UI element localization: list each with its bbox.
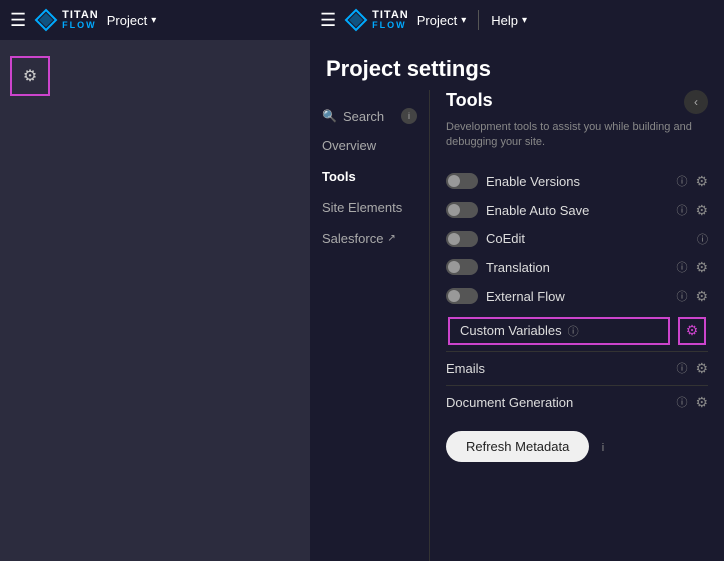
- gear-icon-translation[interactable]: ⚙: [695, 259, 708, 276]
- tool-label-external-flow: External Flow: [486, 289, 668, 304]
- tools-header: Tools ‹: [446, 90, 708, 114]
- left-brand-flow: FLOW: [62, 21, 99, 30]
- settings-sidebar: 🔍 Search i Overview Tools Site Elements …: [310, 90, 430, 561]
- tool-row-coedit: CoEdit ⓘ: [446, 225, 708, 253]
- info-icon-custom-variables[interactable]: ⓘ: [568, 323, 579, 339]
- tool-row-external-flow: External Flow ⓘ ⚙: [446, 282, 708, 311]
- info-icon-coedit[interactable]: ⓘ: [697, 231, 708, 247]
- sidebar-salesforce-label: Salesforce: [322, 231, 383, 246]
- right-panel-inner: 🔍 Search i Overview Tools Site Elements …: [310, 90, 724, 561]
- right-brand-text: TITAN FLOW: [372, 10, 409, 30]
- refresh-metadata-row: Refresh Metadata i: [446, 419, 708, 474]
- toggle-enable-versions[interactable]: [446, 173, 478, 189]
- sidebar-search-item[interactable]: 🔍 Search i: [310, 102, 429, 130]
- refresh-info-icon[interactable]: i: [602, 442, 604, 454]
- right-brand-flow: FLOW: [372, 21, 409, 30]
- tools-section: Tools ‹ Development tools to assist you …: [430, 90, 724, 561]
- toggle-coedit[interactable]: [446, 231, 478, 247]
- right-panel: Project settings 🔍 Search i Overview Too…: [310, 40, 724, 561]
- left-hamburger-icon[interactable]: ☰: [10, 10, 26, 31]
- tool-row-custom-variables: Custom Variables ⓘ ⚙: [446, 311, 708, 351]
- toggle-external-flow[interactable]: [446, 288, 478, 304]
- left-brand-diamond-icon: [34, 8, 58, 32]
- sidebar-search-info-badge: i: [401, 108, 417, 124]
- tool-label-coedit: CoEdit: [486, 231, 689, 246]
- sidebar-item-tools[interactable]: Tools: [310, 161, 429, 192]
- page-title: Project settings: [310, 40, 724, 90]
- info-icon-enable-auto-save[interactable]: ⓘ: [676, 202, 687, 218]
- right-nav-section: ☰ TITAN FLOW Project ▾ Help ▾: [310, 8, 724, 32]
- tool-label-document-generation: Document Generation: [446, 395, 668, 410]
- tool-row-enable-versions: Enable Versions ⓘ ⚙: [446, 167, 708, 196]
- toggle-enable-auto-save[interactable]: [446, 202, 478, 218]
- info-icon-enable-versions[interactable]: ⓘ: [676, 173, 687, 189]
- custom-variables-label: Custom Variables: [460, 323, 562, 338]
- tool-row-enable-auto-save: Enable Auto Save ⓘ ⚙: [446, 196, 708, 225]
- tool-label-enable-auto-save: Enable Auto Save: [486, 203, 668, 218]
- tool-row-document-generation: Document Generation ⓘ ⚙: [446, 385, 708, 419]
- collapse-button[interactable]: ‹: [684, 90, 708, 114]
- help-button[interactable]: Help ▾: [491, 13, 527, 28]
- right-brand-diamond-icon: [344, 8, 368, 32]
- left-brand-text: TITAN FLOW: [62, 10, 99, 30]
- gear-icon-enable-versions[interactable]: ⚙: [695, 173, 708, 190]
- custom-variables-label-box: Custom Variables ⓘ: [448, 317, 670, 345]
- info-icon-external-flow[interactable]: ⓘ: [676, 288, 687, 304]
- nav-divider: [478, 10, 479, 30]
- right-project-chevron-icon: ▾: [461, 15, 466, 26]
- left-project-button[interactable]: Project ▾: [107, 13, 157, 28]
- sidebar-search-label: Search: [343, 109, 384, 124]
- help-chevron-icon: ▾: [522, 15, 527, 26]
- left-panel: ⚙: [0, 40, 310, 561]
- left-project-chevron-icon: ▾: [151, 15, 156, 26]
- right-brand-logo: TITAN FLOW: [344, 8, 409, 32]
- gear-icon-external-flow[interactable]: ⚙: [695, 288, 708, 305]
- gear-icon-custom-variables: ⚙: [686, 322, 699, 339]
- gear-widget-icon: ⚙: [23, 66, 37, 86]
- gear-widget[interactable]: ⚙: [10, 56, 50, 96]
- sidebar-item-salesforce[interactable]: Salesforce ↗: [310, 223, 429, 254]
- tool-label-enable-versions: Enable Versions: [486, 174, 668, 189]
- tool-label-emails: Emails: [446, 361, 668, 376]
- tool-row-translation: Translation ⓘ ⚙: [446, 253, 708, 282]
- gear-icon-enable-auto-save[interactable]: ⚙: [695, 202, 708, 219]
- sidebar-item-overview[interactable]: Overview: [310, 130, 429, 161]
- left-brand-logo: TITAN FLOW: [34, 8, 99, 32]
- refresh-metadata-button[interactable]: Refresh Metadata: [446, 431, 589, 462]
- gear-icon-document-generation[interactable]: ⚙: [695, 394, 708, 411]
- info-icon-emails[interactable]: ⓘ: [676, 360, 687, 376]
- info-icon-translation[interactable]: ⓘ: [676, 259, 687, 275]
- gear-icon-emails[interactable]: ⚙: [695, 360, 708, 377]
- info-icon-document-generation[interactable]: ⓘ: [676, 394, 687, 410]
- right-project-button[interactable]: Project ▾: [417, 13, 467, 28]
- tool-label-translation: Translation: [486, 260, 668, 275]
- right-hamburger-icon[interactable]: ☰: [320, 10, 336, 31]
- top-navbar: ☰ TITAN FLOW Project ▾ ☰ TITAN F: [0, 0, 724, 40]
- tools-description: Development tools to assist you while bu…: [446, 120, 708, 151]
- toggle-translation[interactable]: [446, 259, 478, 275]
- gear-button-custom-variables[interactable]: ⚙: [678, 317, 706, 345]
- search-icon: 🔍: [322, 109, 337, 123]
- external-link-icon: ↗: [387, 233, 395, 244]
- tool-row-emails: Emails ⓘ ⚙: [446, 351, 708, 385]
- main-content: ⚙ Project settings 🔍 Search i Overview T…: [0, 40, 724, 561]
- left-nav-section: ☰ TITAN FLOW Project ▾: [0, 8, 310, 32]
- tools-title: Tools: [446, 90, 493, 111]
- sidebar-item-site-elements[interactable]: Site Elements: [310, 192, 429, 223]
